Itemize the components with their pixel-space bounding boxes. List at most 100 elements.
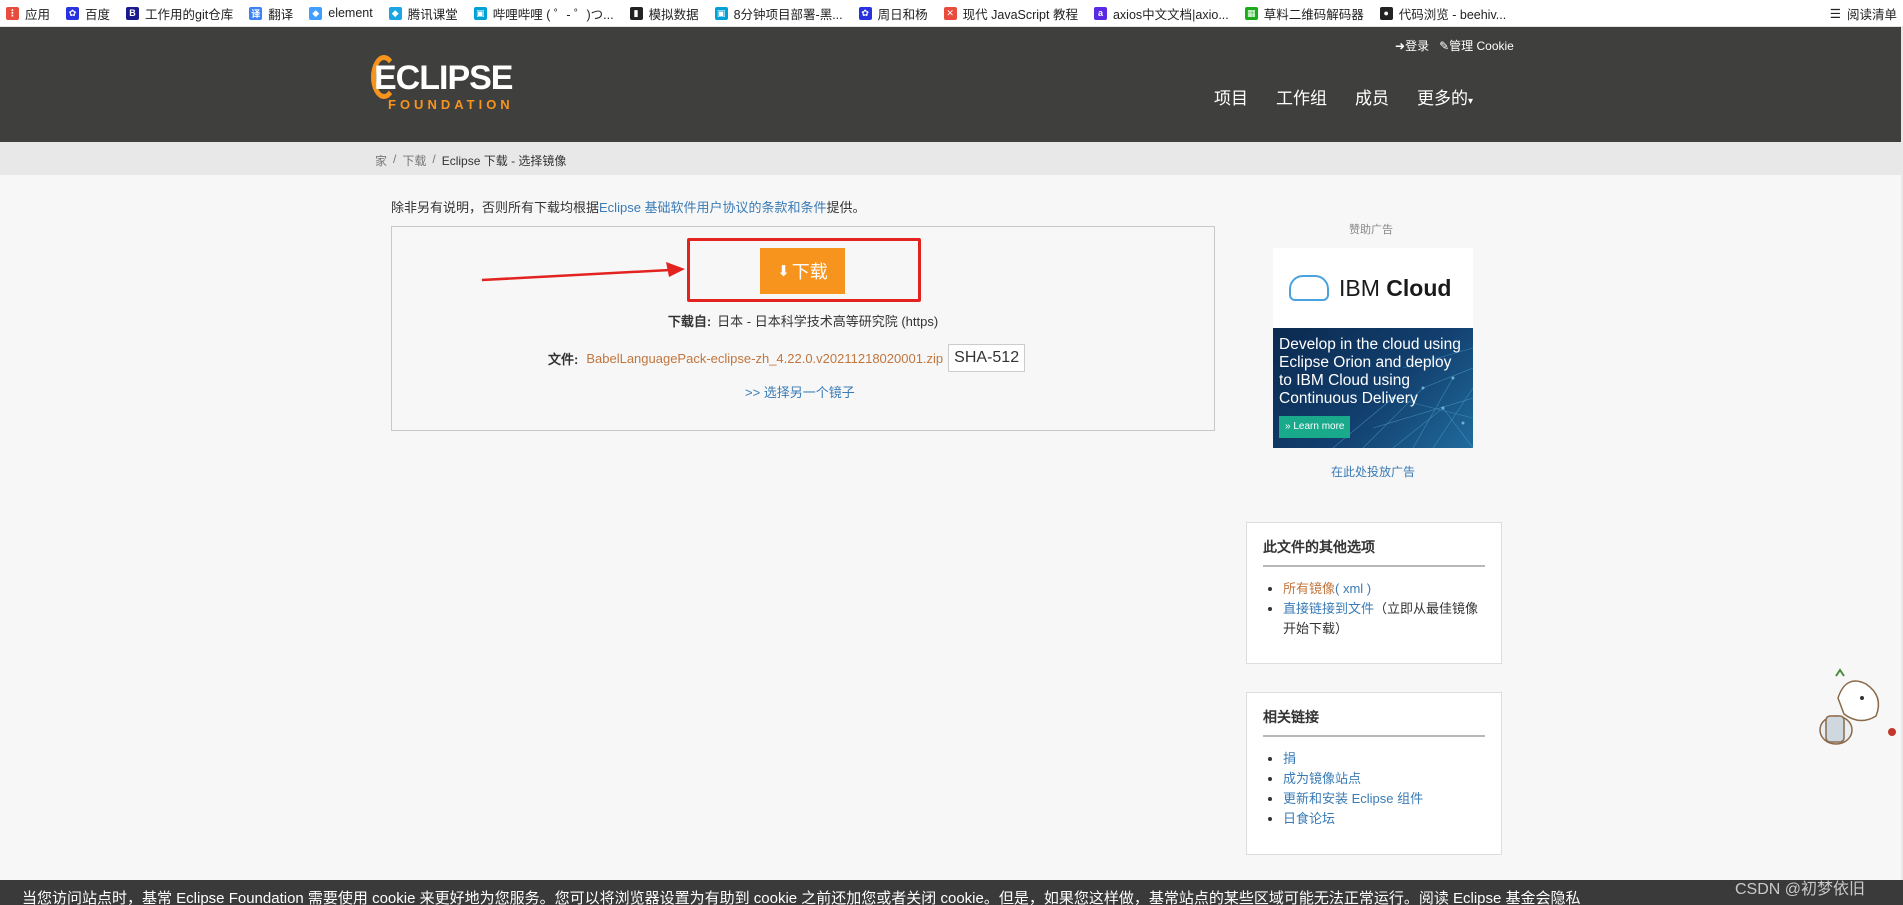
- nav-members[interactable]: 成员: [1355, 84, 1389, 109]
- list-item: 直接链接到文件（立即从最佳镜像开始下载）: [1283, 599, 1485, 639]
- bookmark-item[interactable]: ◆ 腾讯课堂: [388, 4, 458, 23]
- notice-suffix: 提供。: [826, 200, 866, 215]
- ad-body: Develop in the cloud using Eclipse Orion…: [1273, 328, 1473, 448]
- tencent-class-icon: ◆: [388, 6, 402, 20]
- from-value: 日本 - 日本科学技术高等研究院 (https): [717, 314, 939, 329]
- sha512-button[interactable]: SHA-512: [948, 344, 1026, 372]
- learn-more-label: Learn more: [1293, 421, 1345, 432]
- baidu-paw-icon: ✿: [66, 6, 80, 20]
- other-options-list: 所有镜像( xml ) 直接链接到文件（立即从最佳镜像开始下载）: [1263, 579, 1485, 639]
- file-label: 文件:: [548, 351, 579, 367]
- main-nav: 项目 工作组 成员 更多的▾: [1214, 84, 1473, 109]
- bookmark-item[interactable]: ▮ 模拟数据: [629, 4, 699, 23]
- all-mirrors-link[interactable]: 所有镜像: [1283, 581, 1335, 596]
- js-tutorial-icon: ✕: [943, 6, 957, 20]
- bookmark-label: 代码浏览 - beehiv...: [1398, 7, 1507, 22]
- other-options-title: 此文件的其他选项: [1263, 537, 1485, 567]
- related-links-list: 捐 成为镜像站点 更新和安装 Eclipse 组件 日食论坛: [1263, 749, 1485, 829]
- nav-working-groups[interactable]: 工作组: [1276, 84, 1327, 109]
- bookmark-item[interactable]: ▦ 草料二维码解码器: [1244, 4, 1364, 23]
- qr-icon: ▦: [1244, 6, 1258, 20]
- element-logo-icon: ◆: [309, 6, 323, 20]
- learn-more-button[interactable]: » Learn more: [1279, 416, 1351, 438]
- crumb-current: Eclipse 下载 - 选择镜像: [441, 154, 567, 168]
- advertise-here-link[interactable]: 在此处投放广告: [1331, 463, 1415, 480]
- github-icon: ●: [1379, 6, 1393, 20]
- annotation-arrow-icon: [481, 262, 685, 282]
- license-notice: 除非另有说明，否则所有下载均根据Eclipse 基础软件用户协议的条款和条件提供…: [391, 197, 866, 216]
- translate-icon: 译: [249, 6, 263, 20]
- bookmark-label: axios中文文档|axio...: [1112, 7, 1229, 22]
- ibm-cloud-ad[interactable]: IBM Cloud Develop in the cloud using Ecl…: [1273, 248, 1473, 448]
- ad-brand-suffix: Cloud: [1386, 274, 1452, 301]
- ad-brand-prefix: IBM: [1339, 274, 1380, 301]
- xml-link[interactable]: ( xml ): [1335, 581, 1371, 596]
- site-header: ➜登录 ✎管理 Cookie ECLIPSE FOUNDATION 项目 工作组…: [0, 27, 1903, 142]
- cookie-label: 管理 Cookie: [1449, 39, 1514, 53]
- ad-text: Develop in the cloud using Eclipse Orion…: [1279, 336, 1461, 407]
- logo-wordmark: ECLIPSE: [374, 59, 513, 97]
- bookmark-label: 周日和杨: [877, 7, 928, 22]
- become-mirror-link[interactable]: 成为镜像站点: [1283, 771, 1361, 786]
- bookmark-label: 模拟数据: [648, 7, 699, 22]
- bookmark-item[interactable]: 译翻译: [249, 4, 293, 23]
- update-install-link[interactable]: 更新和安装 Eclipse 组件: [1283, 791, 1423, 806]
- bookmark-item[interactable]: ✕ 现代 JavaScript 教程: [943, 4, 1078, 23]
- file-link[interactable]: BabelLanguagePack-eclipse-zh_4.22.0.v202…: [586, 351, 943, 366]
- nav-projects[interactable]: 项目: [1214, 84, 1248, 109]
- crumb-home[interactable]: 家: [375, 152, 387, 169]
- cookie-consent-bar: 当您访问站点时，基常 Eclipse Foundation 需要使用 cooki…: [0, 880, 1903, 905]
- bookmark-item[interactable]: ▣ 8分钟项目部署-黑...: [714, 4, 843, 23]
- breadcrumb-bar: 家 / 下载 / Eclipse 下载 - 选择镜像: [0, 142, 1903, 175]
- list-item: 更新和安装 Eclipse 组件: [1283, 789, 1485, 809]
- login-link[interactable]: ➜登录: [1395, 37, 1429, 54]
- license-link[interactable]: Eclipse 基础软件用户协议的条款和条件: [599, 200, 827, 215]
- nav-more[interactable]: 更多的▾: [1417, 84, 1473, 109]
- bookmark-item[interactable]: a axios中文文档|axio...: [1093, 4, 1229, 23]
- caret-down-icon: ▾: [1468, 96, 1474, 107]
- other-options-panel: 此文件的其他选项 所有镜像( xml ) 直接链接到文件（立即从最佳镜像开始下载…: [1246, 522, 1502, 664]
- mascot-icon: [1819, 668, 1896, 745]
- terminal-icon: ▮: [629, 6, 643, 20]
- reading-list-button[interactable]: ☰ 阅读清单: [1821, 0, 1897, 26]
- bookmark-item[interactable]: ✿ 周日和杨: [858, 4, 928, 23]
- bookmark-item[interactable]: B 工作用的git仓库: [126, 4, 233, 23]
- bookmark-label: 现代 JavaScript 教程: [962, 7, 1078, 22]
- donate-link[interactable]: 捐: [1283, 751, 1296, 766]
- bookmark-item[interactable]: ● 代码浏览 - beehiv...: [1379, 4, 1507, 23]
- forums-link[interactable]: 日食论坛: [1283, 811, 1335, 826]
- sponsor-label: 赞助广告: [1349, 224, 1393, 236]
- bookmark-label: 百度: [85, 7, 111, 22]
- bookmark-item[interactable]: ◆ element: [309, 6, 373, 20]
- eclipse-logo[interactable]: ECLIPSE FOUNDATION: [371, 55, 514, 112]
- list-item: 所有镜像( xml ): [1283, 579, 1485, 599]
- bookmark-label: 腾讯课堂: [407, 7, 458, 22]
- manage-cookie-link[interactable]: ✎管理 Cookie: [1439, 37, 1514, 54]
- bookmark-label: 翻译: [268, 7, 294, 22]
- nav-more-label: 更多的: [1417, 89, 1468, 108]
- bilibili-icon: ▣: [473, 6, 487, 20]
- reading-list-label: 阅读清单: [1846, 8, 1897, 22]
- related-links-panel: 相关链接 捐 成为镜像站点 更新和安装 Eclipse 组件 日食论坛: [1246, 692, 1502, 855]
- bookmark-item[interactable]: ▣ 哔哩哔哩 ( ゜- ゜)つ...: [473, 4, 614, 23]
- logo-subtitle: FOUNDATION: [388, 97, 514, 112]
- bookmark-item[interactable]: ✿ 百度: [66, 4, 110, 23]
- bookmark-item[interactable]: ⋮ 应用: [6, 4, 50, 23]
- bookmark-label: 应用: [25, 7, 51, 22]
- top-links: ➜登录 ✎管理 Cookie: [1395, 37, 1514, 54]
- baidu-paw-icon: ✿: [858, 6, 872, 20]
- cloud-icon: [1289, 275, 1329, 301]
- list-item: 捐: [1283, 749, 1485, 769]
- related-links-title: 相关链接: [1263, 707, 1485, 737]
- ad-brand: IBM Cloud: [1273, 248, 1473, 328]
- from-label: 下载自:: [667, 314, 712, 329]
- list-item: 成为镜像站点: [1283, 769, 1485, 789]
- list-item: 日食论坛: [1283, 809, 1485, 829]
- bilibili-icon: ▣: [714, 6, 728, 20]
- apps-grid-icon: ⋮: [6, 6, 19, 20]
- ad-brand-text: IBM Cloud: [1339, 275, 1451, 302]
- direct-link[interactable]: 直接链接到文件: [1283, 601, 1374, 616]
- bookmarks-bar: ⋮ 应用 ✿ 百度 B 工作用的git仓库译翻译 ◆ element ◆ 腾讯课堂 ▣ 哔哩哔哩 ( …: [0, 0, 1903, 27]
- choose-mirror-link[interactable]: >> 选择另一个镜子: [745, 382, 855, 401]
- crumb-downloads[interactable]: 下载: [402, 152, 426, 169]
